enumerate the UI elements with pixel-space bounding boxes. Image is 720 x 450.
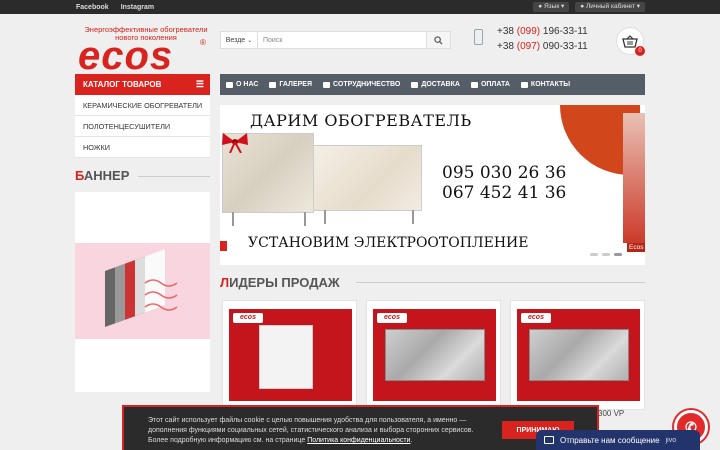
- nav-contacts[interactable]: КОНТАКТЫ: [520, 81, 570, 88]
- product-card[interactable]: ecos: [222, 300, 357, 410]
- cart-count-badge: 0: [635, 46, 645, 56]
- facebook-link[interactable]: Facebook: [76, 4, 109, 11]
- catalog-list: КЕРАМИЧЕСКИЕ ОБОГРЕВАТЕЛИ ПОЛОТЕНЦЕСУШИТ…: [75, 95, 210, 158]
- gift-bow-icon: [222, 133, 248, 153]
- divider: [356, 282, 645, 283]
- promo-slider[interactable]: ДАРИМ ОБОГРЕВАТЕЛЬ 095 030 26 36 067 452…: [220, 105, 645, 265]
- catalog-title: КАТАЛОГ ТОВАРОВ: [83, 80, 162, 89]
- cookie-banner: Этот сайт использует файлы cookie с цель…: [122, 405, 599, 450]
- search-scope-value: Везде: [225, 36, 246, 44]
- product-image: ecos: [229, 309, 352, 401]
- chat-widget[interactable]: Отправьте нам сообщение jivo: [536, 430, 700, 450]
- language-dropdown[interactable]: ● Язык ▾: [533, 2, 570, 12]
- slide-edge-marker: [220, 241, 227, 251]
- catalog-item-ceramic-heaters[interactable]: КЕРАМИЧЕСКИЕ ОБОГРЕВАТЕЛИ: [75, 95, 210, 116]
- image-icon: [269, 81, 277, 88]
- search-icon: [434, 35, 443, 45]
- product-brand-logo: ecos: [233, 313, 263, 323]
- nav-payment[interactable]: ОПЛАТА: [470, 81, 510, 88]
- instagram-link[interactable]: Instagram: [121, 4, 154, 11]
- caret-down-icon: ▾: [561, 3, 565, 10]
- product-card[interactable]: ecos: [366, 300, 501, 410]
- heater-leg: [304, 212, 306, 226]
- phone-1[interactable]: +38 (099) 196-33-11: [497, 24, 588, 39]
- product-brand-logo: ecos: [377, 313, 407, 323]
- main-nav: О НАС ГАЛЕРЕЯ СОТРУДНИЧЕСТВО ДОСТАВКА ОП…: [220, 74, 645, 95]
- leaders-heading: ЛИДЕРЫ ПРОДАЖ: [220, 275, 340, 290]
- product-brand-logo: ecos: [521, 313, 551, 323]
- mobile-phone-icon: [474, 29, 483, 45]
- caret-down-icon: ▾: [636, 3, 640, 10]
- phone-numbers: +38 (099) 196-33-11 +38 (097) 090-33-11: [497, 24, 588, 54]
- chat-brand: jivo: [665, 436, 677, 444]
- users-icon: [323, 81, 331, 88]
- heater-leg: [412, 210, 414, 224]
- user-icon: ●: [580, 3, 585, 10]
- nav-gallery[interactable]: ГАЛЕРЕЯ: [269, 81, 312, 88]
- heater-image-2: [313, 145, 422, 211]
- cookie-text: Этот сайт использует файлы cookie с цель…: [148, 417, 474, 444]
- chevron-down-icon: ⌄: [247, 37, 253, 44]
- chat-label: Отправьте нам сообщение: [560, 435, 660, 445]
- banner-heading: БАННЕР: [75, 168, 130, 183]
- chat-icon: [544, 436, 554, 444]
- top-bar: Facebook Instagram ● Язык ▾ ● Личный каб…: [0, 0, 720, 14]
- heater-picture: [385, 329, 485, 381]
- search-input[interactable]: Поиск: [258, 32, 426, 48]
- slider-dot-1[interactable]: [590, 253, 598, 256]
- next-slide-preview[interactable]: [623, 113, 645, 243]
- heater-leg: [324, 210, 326, 224]
- phone-2[interactable]: +38 (097) 090-33-11: [497, 39, 588, 54]
- home-icon: [226, 81, 233, 88]
- nav-about[interactable]: О НАС: [226, 81, 258, 88]
- product-card[interactable]: ecos: [510, 300, 645, 410]
- slide-phone-1: 095 030 26 36: [442, 163, 567, 183]
- cart-button[interactable]: 0: [616, 27, 645, 56]
- search-bar: Везде ⌄ Поиск: [220, 31, 451, 49]
- globe-icon: ●: [538, 3, 543, 10]
- heater-picture: [529, 329, 629, 381]
- catalog-header[interactable]: КАТАЛОГ ТОВАРОВ ☰: [75, 74, 210, 95]
- catalog-item-legs[interactable]: НОЖКИ: [75, 137, 210, 158]
- registered-mark-icon: ®: [200, 38, 206, 47]
- privacy-policy-link[interactable]: Политика конфиденциальности: [307, 437, 410, 444]
- next-slide-label: Ecos: [627, 243, 645, 252]
- logo-text: ecos: [78, 34, 174, 78]
- slider-dot-2[interactable]: [602, 253, 610, 256]
- shopping-basket-icon: [622, 34, 638, 48]
- heater-leg: [232, 212, 234, 226]
- credit-card-icon: [470, 81, 478, 88]
- product-image: ecos: [373, 309, 496, 401]
- search-scope-select[interactable]: Везде ⌄: [221, 32, 258, 48]
- nav-cooperation[interactable]: СОТРУДНИЧЕСТВО: [323, 81, 400, 88]
- truck-icon: [411, 81, 419, 88]
- side-banner-image: [75, 243, 210, 339]
- divider: [138, 176, 210, 177]
- site-logo[interactable]: Энергоэффективные обогреватели нового по…: [76, 24, 216, 79]
- product-image: ecos: [517, 309, 640, 401]
- heater-layers-illustration: [105, 249, 178, 327]
- account-dropdown[interactable]: ● Личный кабинет ▾: [575, 2, 645, 12]
- slider-dots: [590, 253, 622, 256]
- menu-icon: ☰: [195, 79, 204, 89]
- slide-title: ДАРИМ ОБОГРЕВАТЕЛЬ: [250, 111, 472, 130]
- catalog-item-towel-dryers[interactable]: ПОЛОТЕНЦЕСУШИТЕЛИ: [75, 116, 210, 137]
- slider-dot-3[interactable]: [614, 253, 622, 256]
- slide-phone-2: 067 452 41 36: [442, 183, 567, 203]
- nav-delivery[interactable]: ДОСТАВКА: [411, 81, 460, 88]
- heater-picture: [259, 325, 313, 389]
- product-price: 300 VP: [598, 409, 625, 418]
- language-label: Язык: [543, 3, 560, 10]
- search-button[interactable]: [426, 32, 450, 48]
- slide-subtitle: УСТАНОВИМ ЭЛЕКТРООТОПЛЕНИЕ: [248, 235, 529, 251]
- envelope-icon: [520, 81, 528, 88]
- account-label: Личный кабинет: [586, 3, 635, 10]
